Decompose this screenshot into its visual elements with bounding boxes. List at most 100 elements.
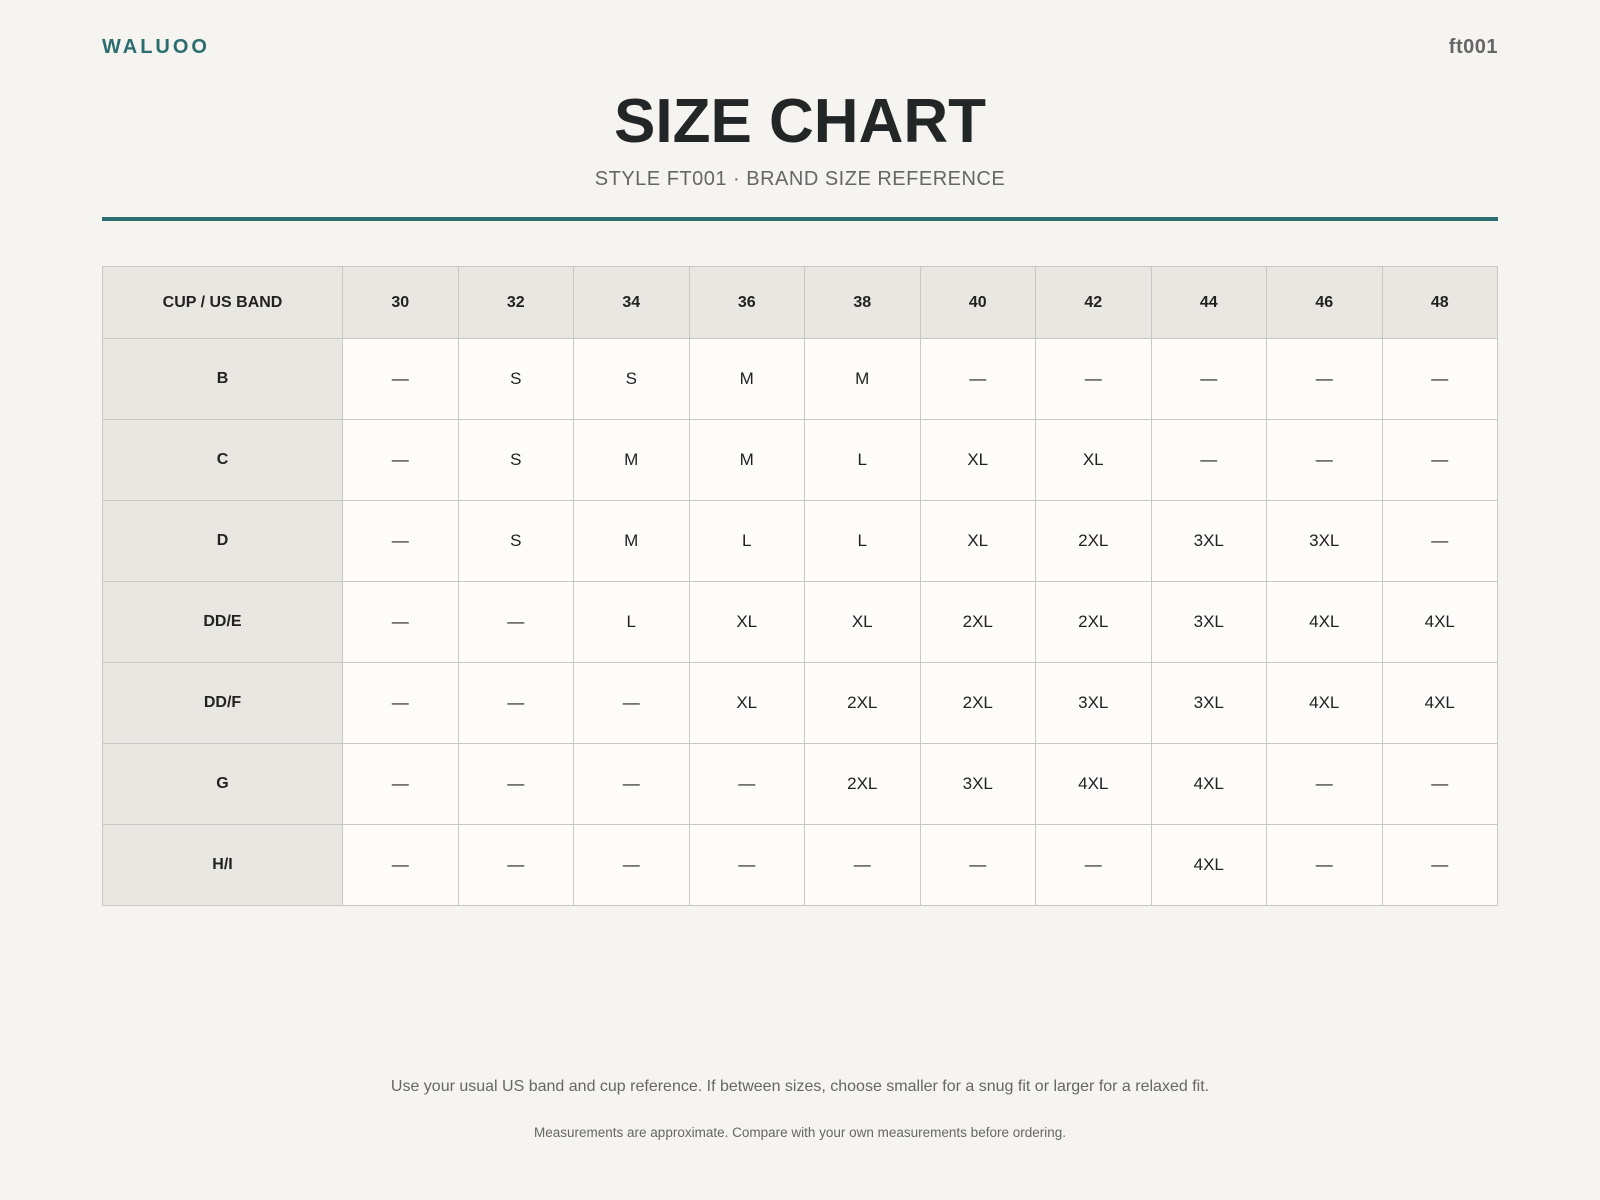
- size-cell: —: [688, 824, 805, 906]
- size-cell: M: [688, 419, 805, 501]
- cup-label: H/I: [102, 824, 343, 906]
- size-cell: —: [1381, 824, 1498, 906]
- size-cell: —: [342, 824, 459, 906]
- size-cell: L: [688, 500, 805, 582]
- size-cell: S: [573, 338, 690, 420]
- size-cell: 4XL: [1150, 824, 1267, 906]
- size-cell: —: [457, 581, 574, 663]
- cup-label: G: [102, 743, 343, 825]
- table-row: C — S M M L XL XL — — —: [102, 419, 1498, 501]
- size-cell: —: [342, 338, 459, 420]
- size-cell: 4XL: [1266, 581, 1383, 663]
- cup-label: DD/E: [102, 581, 343, 663]
- size-cell: —: [1035, 338, 1152, 420]
- size-cell: 2XL: [804, 743, 921, 825]
- size-cell: —: [457, 824, 574, 906]
- table-row: G — — — —2XL 3XL 4XL 4XL — —: [102, 743, 1498, 825]
- size-cell: L: [804, 419, 921, 501]
- size-cell: —: [1266, 743, 1383, 825]
- size-cell: —: [573, 662, 690, 744]
- size-cell: —: [1266, 824, 1383, 906]
- size-cell: XL: [804, 581, 921, 663]
- size-cell: —: [457, 743, 574, 825]
- size-cell: —: [1150, 338, 1267, 420]
- size-cell: 2XL: [804, 662, 921, 744]
- sizing-note: Use your usual US band and cup reference…: [390, 1078, 1210, 1095]
- page-title: SIZE CHART: [614, 87, 986, 156]
- band-header: 48: [1381, 266, 1498, 339]
- size-cell: 2XL: [1035, 581, 1152, 663]
- band-header: 38: [804, 266, 921, 339]
- size-cell: L: [804, 500, 921, 582]
- size-cell: L: [573, 581, 690, 663]
- size-cell: XL: [919, 419, 1036, 501]
- size-cell: —: [1035, 824, 1152, 906]
- size-cell: XL: [919, 500, 1036, 582]
- size-cell: —: [1381, 419, 1498, 501]
- size-cell: —: [1381, 500, 1498, 582]
- size-cell: —: [457, 662, 574, 744]
- band-header: 30: [342, 266, 459, 339]
- band-header: 42: [1035, 266, 1152, 339]
- size-cell: S: [457, 419, 574, 501]
- size-cell: —: [573, 824, 690, 906]
- size-cell: —: [1381, 338, 1498, 420]
- table-row: D — S M L L XL 2XL 3XL 3XL —: [102, 500, 1498, 582]
- size-cell: —: [688, 743, 805, 825]
- band-header: 32: [457, 266, 574, 339]
- size-cell: —: [804, 824, 921, 906]
- table-row: DD/E — — L XL XL 2XL 2XL 3XL 4XL 4XL: [102, 581, 1498, 663]
- cup-label: D: [102, 500, 343, 582]
- band-header: 44: [1150, 266, 1267, 339]
- size-cell: 2XL: [919, 662, 1036, 744]
- size-cell: —: [919, 338, 1036, 420]
- fine-print: Measurements are approximate. Compare wi…: [534, 1125, 1066, 1140]
- size-cell: XL: [1035, 419, 1152, 501]
- table-row: H/I — — — — — — —4XL — —: [102, 824, 1498, 906]
- size-cell: —: [1150, 419, 1267, 501]
- cup-label: DD/F: [102, 662, 343, 744]
- size-cell: —: [342, 581, 459, 663]
- table-header-row: CUP / US BAND 30 32 34 36 38 40 42 44 46…: [102, 266, 1498, 339]
- band-header: 40: [919, 266, 1036, 339]
- size-cell: M: [688, 338, 805, 420]
- cup-label: B: [102, 338, 343, 420]
- band-header: 46: [1266, 266, 1383, 339]
- size-cell: —: [342, 500, 459, 582]
- corner-header: CUP / US BAND: [102, 266, 343, 339]
- table-row: B — S S M M — — — — —: [102, 338, 1498, 420]
- title-divider: [102, 217, 1498, 221]
- size-cell: —: [342, 662, 459, 744]
- size-cell: M: [573, 419, 690, 501]
- size-cell: 2XL: [919, 581, 1036, 663]
- size-cell: 4XL: [1150, 743, 1267, 825]
- size-cell: XL: [688, 581, 805, 663]
- size-cell: —: [1266, 338, 1383, 420]
- size-cell: 4XL: [1381, 662, 1498, 744]
- size-cell: XL: [688, 662, 805, 744]
- cup-label: C: [102, 419, 343, 501]
- brand-logo-text: WALUOO: [102, 36, 210, 58]
- size-cell: S: [457, 338, 574, 420]
- size-cell: 3XL: [1150, 581, 1267, 663]
- size-cell: 3XL: [1150, 500, 1267, 582]
- size-cell: 4XL: [1266, 662, 1383, 744]
- style-code: ft001: [1448, 36, 1498, 58]
- size-cell: 2XL: [1035, 500, 1152, 582]
- table-row: DD/F — — — XL 2XL 2XL 3XL 3XL 4XL 4XL: [102, 662, 1498, 744]
- size-cell: 3XL: [1266, 500, 1383, 582]
- size-cell: 3XL: [1035, 662, 1152, 744]
- size-cell: 3XL: [1150, 662, 1267, 744]
- size-cell: —: [573, 743, 690, 825]
- size-cell: 3XL: [919, 743, 1036, 825]
- size-cell: —: [342, 419, 459, 501]
- size-table: CUP / US BAND 30 32 34 36 38 40 42 44 46…: [102, 266, 1498, 906]
- page-subtitle: STYLE FT001 · BRAND SIZE REFERENCE: [594, 168, 1006, 190]
- size-cell: 4XL: [1381, 581, 1498, 663]
- size-cell: 4XL: [1035, 743, 1152, 825]
- size-cell: S: [457, 500, 574, 582]
- band-header: 36: [688, 266, 805, 339]
- size-cell: M: [804, 338, 921, 420]
- size-cell: —: [1266, 419, 1383, 501]
- size-cell: —: [1381, 743, 1498, 825]
